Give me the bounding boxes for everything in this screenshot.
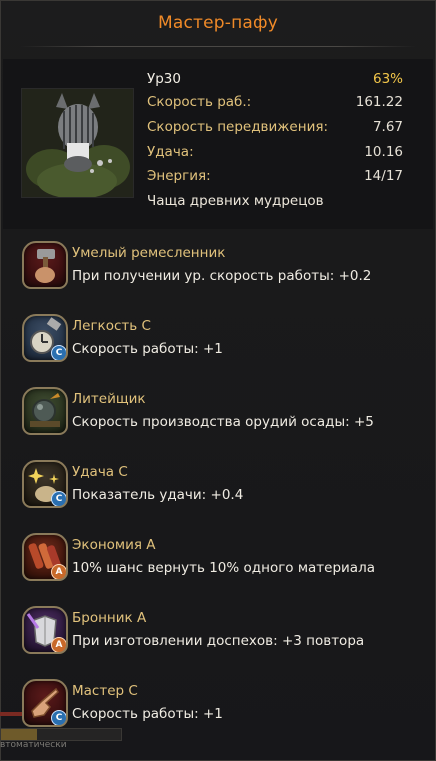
stat-value: 7.67 — [372, 119, 403, 135]
background-red-bar — [0, 712, 22, 716]
title-divider — [19, 46, 417, 47]
skill-name: Удача C — [72, 464, 128, 480]
stat-row-energy: Энергия: 14/17 — [147, 168, 403, 188]
level-row: Ур30 63% — [147, 71, 403, 91]
stat-row-work-speed: Скорость раб.: 161.22 — [147, 94, 403, 114]
worker-location: Чаща древних мудрецов — [147, 193, 324, 209]
stat-value: 161.22 — [355, 94, 403, 110]
skill-name: Бронник A — [72, 610, 147, 626]
stat-value: 10.16 — [364, 144, 403, 160]
grade-a-badge: A — [51, 637, 66, 652]
background-progress-fill — [1, 729, 37, 740]
worker-info-panel: Мастер-пафу Ур30 63% Скорость раб.: 161.… — [0, 0, 436, 761]
skill-name: Литейщик — [72, 391, 146, 407]
skill-desc: Показатель удачи: +0.4 — [72, 487, 244, 503]
skill-desc: При изготовлении доспехов: +3 повтора — [72, 633, 365, 649]
list-item[interactable]: Литейщик Скорость производства орудий ос… — [21, 385, 421, 441]
experience-percent: 63% — [372, 71, 403, 87]
stat-label: Скорость раб.: — [147, 94, 252, 110]
stat-label: Скорость передвижения: — [147, 119, 329, 135]
grade-c-badge: C — [51, 710, 66, 725]
skill-desc: Скорость производства орудий осады: +5 — [72, 414, 374, 430]
grade-c-badge: C — [51, 345, 66, 360]
skill-desc: 10% шанс вернуть 10% одного материала — [72, 560, 375, 576]
list-item[interactable]: A Экономия A 10% шанс вернуть 10% одного… — [21, 531, 421, 587]
skill-name: Умелый ремесленник — [72, 245, 226, 261]
background-text-fragment: втоматически — [0, 740, 67, 750]
location-row: Чаща древних мудрецов — [147, 193, 403, 213]
list-item[interactable]: A Бронник A При изготовлении доспехов: +… — [21, 604, 421, 660]
clock-hammer-icon: C — [22, 314, 68, 362]
window-title: Мастер-пафу — [157, 13, 279, 33]
cannonball-icon — [22, 387, 68, 435]
stat-label: Удача: — [147, 144, 194, 160]
sparkle-luck-icon: C — [22, 460, 68, 508]
skill-name: Легкость C — [72, 318, 151, 334]
armor-icon: A — [22, 606, 68, 654]
grade-c-badge: C — [51, 491, 66, 506]
goblin-worker-icon — [22, 89, 133, 197]
skill-desc: Скорость работы: +1 — [72, 706, 223, 722]
grade-a-badge: A — [51, 564, 66, 579]
pointing-hand-icon: C — [22, 679, 68, 727]
stat-value: 14/17 — [364, 168, 403, 184]
worker-portrait — [21, 88, 134, 198]
worker-level: Ур30 — [147, 71, 181, 87]
stat-row-luck: Удача: 10.16 — [147, 144, 403, 164]
skill-desc: При получении ур. скорость работы: +0.2 — [72, 268, 372, 284]
materials-icon: A — [22, 533, 68, 581]
list-item[interactable]: C Легкость C Скорость работы: +1 — [21, 312, 421, 368]
skill-name: Мастер C — [72, 683, 138, 699]
skill-desc: Скорость работы: +1 — [72, 341, 223, 357]
skill-name: Экономия A — [72, 537, 156, 553]
stat-row-move-speed: Скорость передвижения: 7.67 — [147, 119, 403, 139]
list-item[interactable]: C Удача C Показатель удачи: +0.4 — [21, 458, 421, 514]
hammer-fist-icon — [22, 241, 68, 289]
list-item[interactable]: Умелый ремесленник При получении ур. ско… — [21, 239, 421, 295]
stat-label: Энергия: — [147, 168, 211, 184]
list-item[interactable]: C Мастер C Скорость работы: +1 — [21, 677, 421, 733]
